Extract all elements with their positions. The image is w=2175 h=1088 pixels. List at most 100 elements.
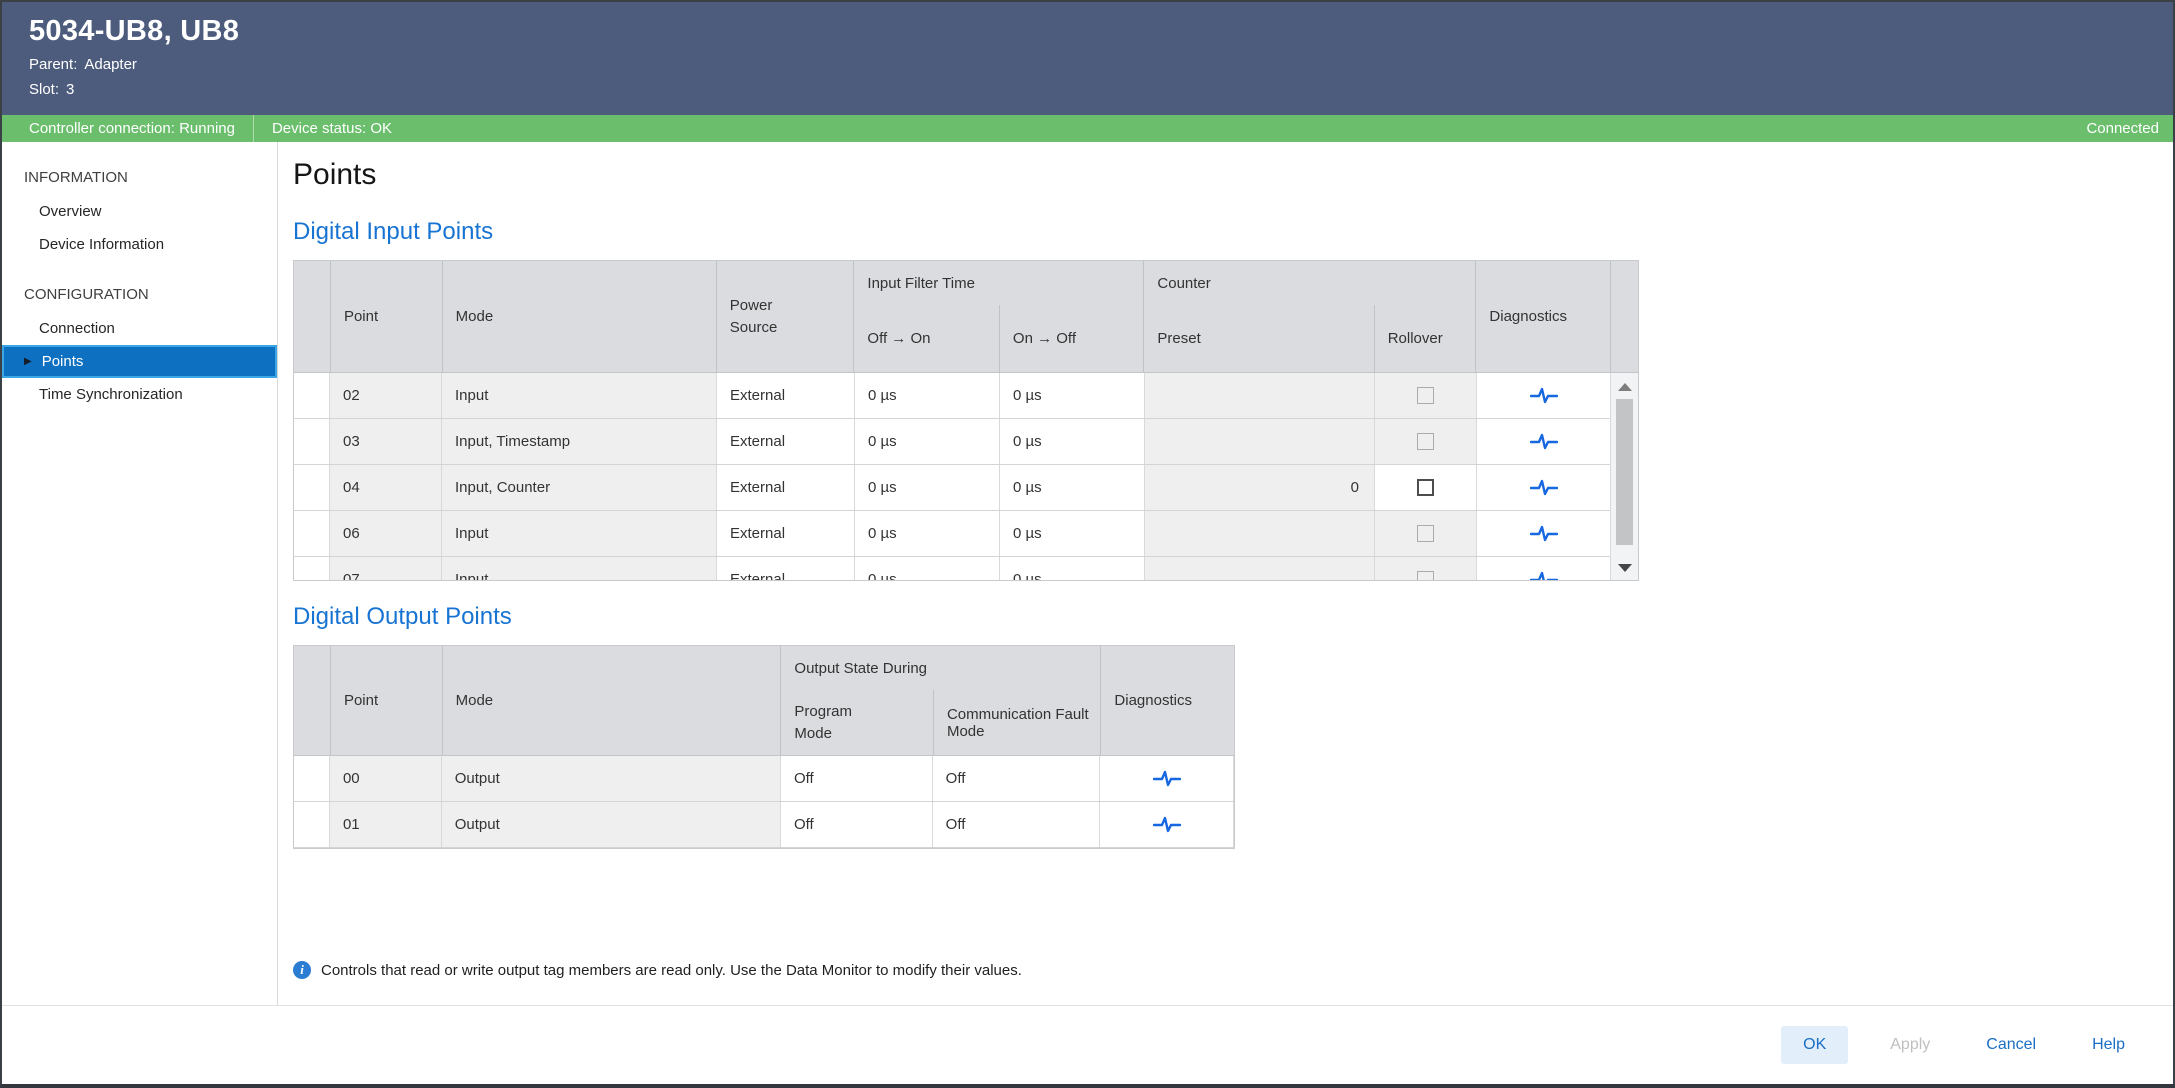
output-table-body: 00 Output Off Off 01 Output Off Off <box>294 756 1234 848</box>
output-table-header: Point Mode Output State During Program M… <box>294 646 1234 756</box>
diagnostics-pulse-icon[interactable] <box>1153 815 1181 835</box>
col-scrollbar-spacer <box>1610 261 1638 372</box>
sidebar-item-connection[interactable]: Connection <box>2 312 277 345</box>
col-diagnostics: Diagnostics <box>1100 646 1234 755</box>
point-cell: 01 <box>330 802 442 847</box>
on-off-cell[interactable]: 0 µs <box>1000 557 1145 580</box>
rollover-cell <box>1375 511 1477 556</box>
row-selector-cell[interactable] <box>294 465 330 510</box>
rollover-checkbox <box>1417 387 1434 404</box>
program-mode-cell[interactable]: Off <box>781 756 933 801</box>
col-on-off: On → Off <box>999 305 1144 372</box>
rollover-checkbox[interactable] <box>1417 479 1434 496</box>
off-on-cell[interactable]: 0 µs <box>855 373 1000 418</box>
diagnostics-pulse-icon[interactable] <box>1530 386 1558 406</box>
sidebar-item-points[interactable]: ▶ Points <box>2 345 277 378</box>
power-source-cell[interactable]: External <box>717 373 855 418</box>
diagnostics-cell <box>1100 756 1234 801</box>
input-table-scrollbar[interactable] <box>1610 373 1638 580</box>
rollover-cell <box>1375 465 1477 510</box>
col-mode: Mode <box>442 646 781 755</box>
sidebar-item-time-synchronization[interactable]: Time Synchronization <box>2 378 277 411</box>
off-on-cell[interactable]: 0 µs <box>855 419 1000 464</box>
digital-input-points-table: Point Mode Power Source Input Filter Tim… <box>293 260 1639 581</box>
ok-button[interactable]: OK <box>1781 1026 1848 1064</box>
diagnostics-pulse-icon[interactable] <box>1530 478 1558 498</box>
mode-cell: Output <box>442 756 781 801</box>
on-off-cell[interactable]: 0 µs <box>1000 419 1145 464</box>
slot-line: Slot:3 <box>29 81 2173 98</box>
diagnostics-pulse-icon[interactable] <box>1530 432 1558 452</box>
diagnostics-pulse-icon[interactable] <box>1530 570 1558 581</box>
dialog-footer: OK Apply Cancel Help <box>2 1005 2173 1084</box>
diagnostics-cell <box>1100 802 1234 847</box>
section-label-configuration: CONFIGURATION <box>2 277 277 312</box>
col-preset: Preset <box>1144 305 1373 372</box>
power-source-cell[interactable]: External <box>717 511 855 556</box>
program-mode-cell[interactable]: Off <box>781 802 933 847</box>
help-button[interactable]: Help <box>2078 1026 2139 1064</box>
diagnostics-pulse-icon[interactable] <box>1153 769 1181 789</box>
on-off-cell[interactable]: 0 µs <box>1000 511 1145 556</box>
scroll-down-icon[interactable] <box>1618 564 1632 572</box>
col-mode: Mode <box>442 261 716 372</box>
row-selector-cell[interactable] <box>294 557 330 580</box>
col-row-selector <box>294 646 330 755</box>
row-selector-cell[interactable] <box>294 373 330 418</box>
rollover-checkbox <box>1417 433 1434 450</box>
row-selector-cell[interactable] <box>294 511 330 556</box>
digital-output-points-heading: Digital Output Points <box>293 603 2173 631</box>
col-diagnostics: Diagnostics <box>1475 261 1610 372</box>
cancel-button[interactable]: Cancel <box>1972 1026 2050 1064</box>
sidebar-item-device-information[interactable]: Device Information <box>2 228 277 261</box>
navigation-sidebar: INFORMATION Overview Device Information … <box>2 142 278 1005</box>
rollover-cell <box>1375 373 1477 418</box>
power-source-cell[interactable]: External <box>717 557 855 580</box>
col-point: Point <box>330 646 442 755</box>
apply-button[interactable]: Apply <box>1876 1026 1944 1064</box>
row-selector-cell[interactable] <box>294 419 330 464</box>
diagnostics-cell <box>1477 511 1612 556</box>
mode-cell: Input <box>442 373 717 418</box>
diagnostics-cell <box>1477 419 1612 464</box>
table-row: 02 Input External 0 µs 0 µs <box>294 373 1638 419</box>
on-off-cell[interactable]: 0 µs <box>1000 373 1145 418</box>
preset-cell[interactable]: 0 <box>1145 465 1375 510</box>
on-off-cell[interactable]: 0 µs <box>1000 465 1145 510</box>
point-cell: 00 <box>330 756 442 801</box>
diagnostics-pulse-icon[interactable] <box>1530 524 1558 544</box>
rollover-cell <box>1375 557 1477 580</box>
communication-fault-mode-cell[interactable]: Off <box>933 802 1101 847</box>
preset-cell <box>1145 557 1375 580</box>
preset-cell <box>1145 373 1375 418</box>
selected-item-arrow-icon: ▶ <box>24 357 32 367</box>
input-table-header: Point Mode Power Source Input Filter Tim… <box>294 261 1638 373</box>
off-on-cell[interactable]: 0 µs <box>855 465 1000 510</box>
col-off-on: Off → On <box>854 305 999 372</box>
section-information: INFORMATION Overview Device Information <box>2 160 277 261</box>
rollover-checkbox <box>1417 571 1434 580</box>
scroll-up-icon[interactable] <box>1618 383 1632 391</box>
row-selector-cell[interactable] <box>294 802 330 847</box>
controller-connection-status: Controller connection: Running <box>29 115 254 142</box>
mode-cell: Output <box>442 802 781 847</box>
off-on-cell[interactable]: 0 µs <box>855 511 1000 556</box>
communication-fault-mode-cell[interactable]: Off <box>933 756 1101 801</box>
rollover-checkbox <box>1417 525 1434 542</box>
table-row: 06 Input External 0 µs 0 µs <box>294 511 1638 557</box>
sidebar-item-overview[interactable]: Overview <box>2 195 277 228</box>
status-bar: Controller connection: Running Device st… <box>2 115 2173 142</box>
parent-label: Parent: <box>29 56 77 73</box>
scrollbar-thumb[interactable] <box>1616 399 1633 545</box>
info-message: i Controls that read or write output tag… <box>293 961 2173 979</box>
sidebar-item-points-label: Points <box>42 353 84 370</box>
info-message-text: Controls that read or write output tag m… <box>321 962 1022 979</box>
off-on-cell[interactable]: 0 µs <box>855 557 1000 580</box>
parent-value: Adapter <box>84 56 137 73</box>
parent-line: Parent: Adapter <box>29 56 2173 73</box>
row-selector-cell[interactable] <box>294 756 330 801</box>
power-source-cell[interactable]: External <box>717 419 855 464</box>
input-table-body: 02 Input External 0 µs 0 µs 03 <box>294 373 1638 580</box>
page-title: Points <box>293 158 2173 192</box>
power-source-cell[interactable]: External <box>717 465 855 510</box>
